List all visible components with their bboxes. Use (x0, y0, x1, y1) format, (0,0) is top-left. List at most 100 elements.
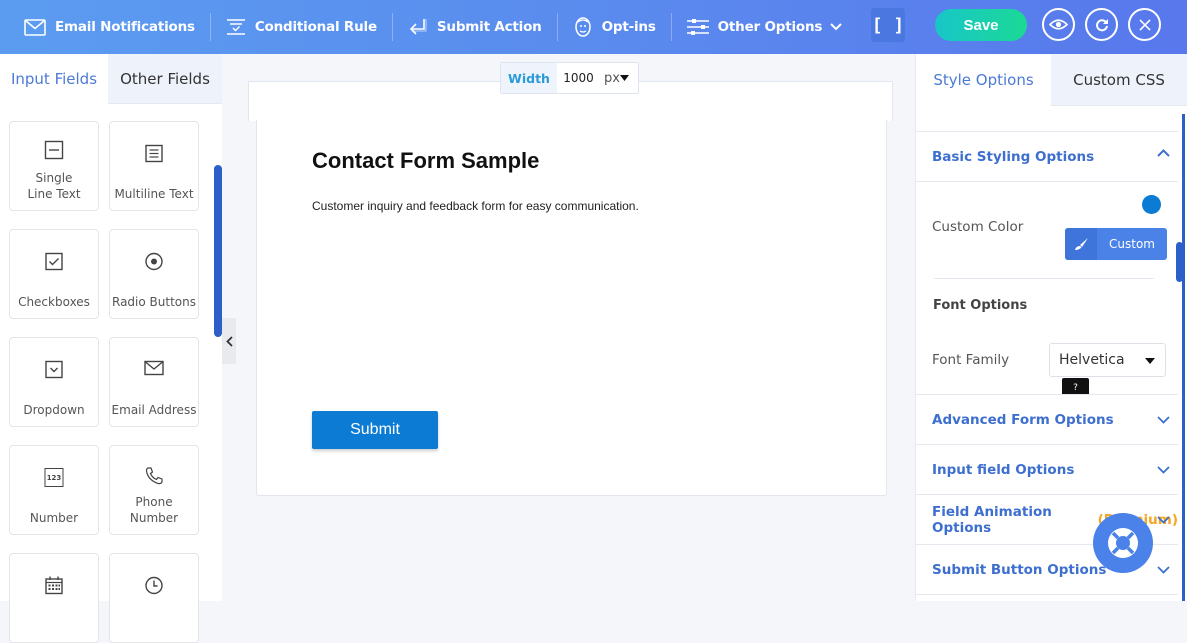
section-title: Advanced Form Options (932, 411, 1114, 428)
close-icon (1138, 18, 1151, 31)
form-title[interactable]: Contact Form Sample (312, 148, 539, 174)
fullscreen-icon: [ ] (871, 14, 905, 36)
close-button[interactable] (1128, 8, 1161, 41)
radio-icon (145, 252, 163, 271)
fields-panel: Input Fields Other Fields Single Line Te… (0, 54, 222, 643)
enter-arrow-icon (409, 19, 427, 35)
form-preview: Contact Form Sample Customer inquiry and… (256, 120, 887, 496)
submit-action-label: Submit Action (436, 19, 542, 35)
custom-color-label: Custom Color (932, 219, 1024, 235)
reset-button[interactable] (1085, 8, 1118, 41)
section-title: Basic Styling Options (932, 148, 1095, 165)
form-description[interactable]: Customer inquiry and feedback form for e… (312, 199, 639, 213)
chevron-down-icon (830, 23, 842, 31)
section-title: Field Animation Options (932, 503, 1052, 536)
section-basic-styling[interactable]: Basic Styling Options (916, 131, 1178, 181)
help-tooltip-icon[interactable]: ? (1062, 378, 1089, 394)
field-date[interactable] (9, 553, 99, 643)
lifebuoy-icon (1108, 528, 1138, 558)
mailchimp-icon (574, 17, 591, 37)
width-unit-value: px (604, 70, 620, 86)
phone-icon (145, 467, 163, 485)
field-email-address[interactable]: Email Address (109, 337, 199, 427)
conditional-rule-button[interactable]: Conditional Rule (211, 10, 392, 44)
fullscreen-button[interactable]: [ ] (871, 8, 905, 42)
chevron-down-icon (1157, 566, 1170, 574)
field-label: Multiline Text (114, 187, 194, 201)
other-options-label: Other Options (717, 19, 823, 35)
field-label: Radio Buttons (112, 295, 196, 309)
font-family-label: Font Family (932, 352, 1010, 368)
field-label: Number (29, 511, 79, 525)
divider (934, 278, 1154, 279)
chevron-up-icon (1157, 149, 1170, 157)
calendar-icon (45, 576, 63, 595)
style-scroll-track (1182, 114, 1185, 601)
help-button[interactable] (1093, 513, 1153, 573)
submit-action-button[interactable]: Submit Action (393, 10, 557, 44)
chevron-left-icon (225, 335, 233, 347)
section-title: Submit Button Options (932, 561, 1107, 578)
custom-color-button[interactable]: Custom (1065, 228, 1167, 260)
font-family-select[interactable]: Helvetica (1049, 343, 1166, 377)
collapse-panel-button[interactable] (222, 318, 236, 364)
single-line-icon (44, 140, 64, 160)
tab-style-options[interactable]: Style Options (916, 54, 1051, 106)
font-family-value: Helvetica (1059, 352, 1125, 368)
number-icon: 123 (44, 468, 64, 487)
width-unit-select[interactable]: px (600, 63, 638, 93)
section-divider (916, 181, 1178, 182)
field-dropdown[interactable]: Dropdown (9, 337, 99, 427)
style-tabs: Style Options Custom CSS (916, 54, 1187, 106)
conditional-rule-label: Conditional Rule (254, 19, 377, 35)
save-button[interactable]: Save (935, 9, 1027, 41)
width-input[interactable]: 1000 (557, 63, 600, 93)
chevron-down-icon (1157, 466, 1170, 474)
field-phone-number[interactable]: Phone Number (109, 445, 199, 535)
fields-scrollbar[interactable] (214, 165, 222, 337)
opt-ins-button[interactable]: Opt-ins (558, 10, 671, 44)
custom-button-label: Custom (1109, 237, 1155, 251)
field-checkboxes[interactable]: Checkboxes (9, 229, 99, 319)
other-options-dropdown[interactable]: Other Options (672, 10, 858, 44)
brush-icon (1065, 228, 1097, 260)
field-multiline-text[interactable]: Multiline Text (109, 121, 199, 211)
field-number[interactable]: 123 Number (9, 445, 99, 535)
caret-down-icon (619, 75, 629, 81)
section-input-field[interactable]: Input field Options (916, 444, 1178, 494)
email-notifications-button[interactable]: Email Notifications (9, 10, 210, 44)
field-single-line-text[interactable]: Single Line Text (9, 121, 99, 211)
tab-input-fields[interactable]: Input Fields (0, 54, 108, 104)
sliders-icon (686, 19, 709, 35)
preview-button[interactable] (1042, 8, 1075, 41)
clock-icon (145, 576, 163, 595)
section-advanced-form[interactable]: Advanced Form Options (916, 394, 1178, 444)
field-label: Checkboxes (18, 295, 90, 309)
color-swatch[interactable] (1142, 195, 1161, 214)
section-divider (916, 594, 1178, 595)
tab-other-fields[interactable]: Other Fields (108, 54, 222, 104)
field-radio-buttons[interactable]: Radio Buttons (109, 229, 199, 319)
style-scrollbar[interactable] (1176, 242, 1183, 282)
tab-custom-css[interactable]: Custom CSS (1051, 54, 1187, 106)
conditional-icon (226, 19, 245, 35)
refresh-icon (1095, 18, 1108, 31)
form-submit-button[interactable]: Submit (312, 411, 438, 449)
email-icon (144, 360, 164, 376)
field-label: Phone Number (129, 495, 179, 525)
chevron-down-icon (1157, 416, 1170, 424)
canvas-width-control: Width 1000 px (500, 62, 639, 94)
dropdown-icon (45, 360, 63, 379)
eye-icon (1049, 19, 1068, 30)
style-panel: Style Options Custom CSS Basic Styling O… (915, 54, 1187, 601)
multiline-icon (145, 144, 163, 163)
fields-tabs: Input Fields Other Fields (0, 54, 222, 104)
field-label: Email Address (111, 403, 197, 417)
checkbox-icon (45, 252, 63, 271)
email-notifications-label: Email Notifications (55, 19, 195, 35)
mail-icon (24, 18, 46, 36)
field-label: Dropdown (23, 403, 85, 417)
field-label: Single Line Text (27, 171, 81, 201)
field-time[interactable] (109, 553, 199, 643)
opt-ins-label: Opt-ins (601, 19, 656, 35)
